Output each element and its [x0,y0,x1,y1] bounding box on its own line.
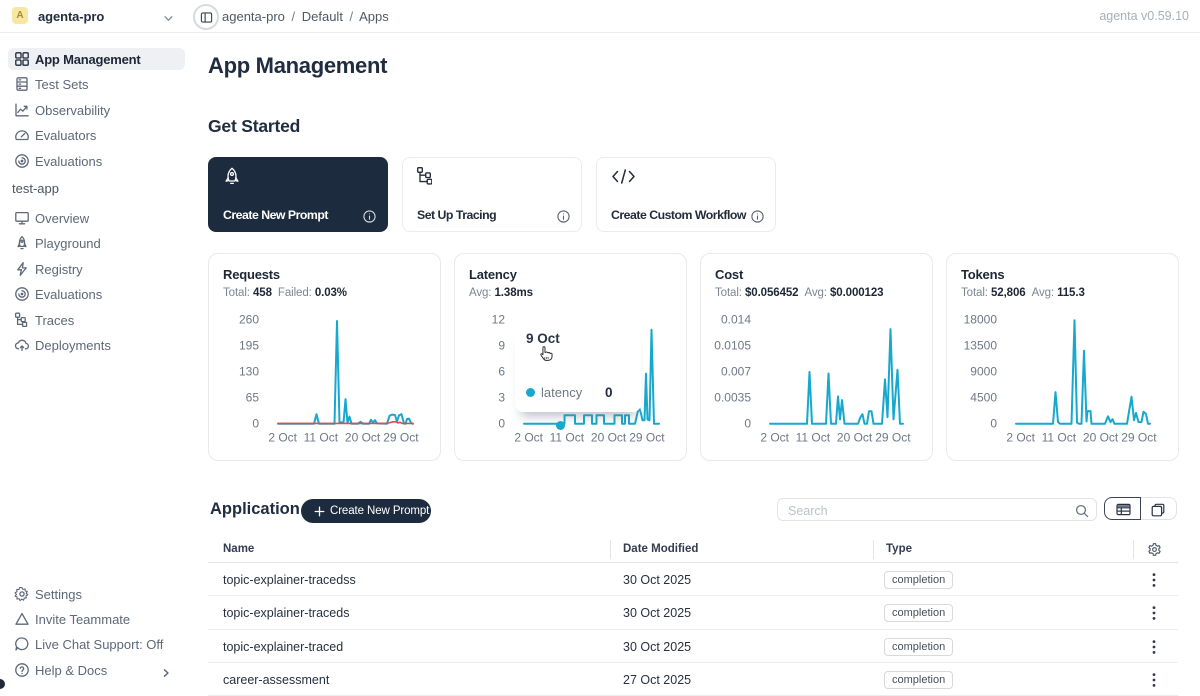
svg-text:20 Oct: 20 Oct [837,431,873,445]
svg-text:20 Oct: 20 Oct [1083,431,1119,445]
svg-text:0.0035: 0.0035 [714,390,751,404]
svg-text:12: 12 [492,313,506,327]
svg-text:9000: 9000 [970,365,997,379]
svg-text:0: 0 [252,416,259,430]
svg-text:0.0105: 0.0105 [714,339,751,353]
svg-text:0.007: 0.007 [721,365,751,379]
svg-text:3: 3 [498,390,505,404]
svg-text:6: 6 [498,365,505,379]
svg-text:195: 195 [239,339,259,353]
svg-text:11 Oct: 11 Oct [796,431,831,445]
svg-text:2 Oct: 2 Oct [1006,431,1035,445]
svg-text:65: 65 [246,390,260,404]
svg-text:0: 0 [744,416,751,430]
svg-text:4500: 4500 [970,390,997,404]
svg-text:2 Oct: 2 Oct [514,431,543,445]
svg-text:11 Oct: 11 Oct [1042,431,1077,445]
svg-text:11 Oct: 11 Oct [550,431,585,445]
svg-text:9: 9 [498,339,505,353]
svg-text:29 Oct: 29 Oct [629,431,665,445]
svg-text:0: 0 [990,416,997,430]
svg-text:0.014: 0.014 [721,313,751,327]
svg-text:20 Oct: 20 Oct [591,431,627,445]
svg-text:2 Oct: 2 Oct [268,431,297,445]
svg-text:29 Oct: 29 Oct [875,431,911,445]
svg-text:130: 130 [239,365,259,379]
svg-text:20 Oct: 20 Oct [345,431,381,445]
svg-text:18000: 18000 [964,313,998,327]
svg-text:29 Oct: 29 Oct [383,431,419,445]
svg-text:11 Oct: 11 Oct [304,431,339,445]
svg-text:260: 260 [239,313,259,327]
svg-text:2 Oct: 2 Oct [760,431,789,445]
svg-text:29 Oct: 29 Oct [1121,431,1157,445]
svg-text:0: 0 [498,416,505,430]
svg-text:13500: 13500 [964,339,998,353]
